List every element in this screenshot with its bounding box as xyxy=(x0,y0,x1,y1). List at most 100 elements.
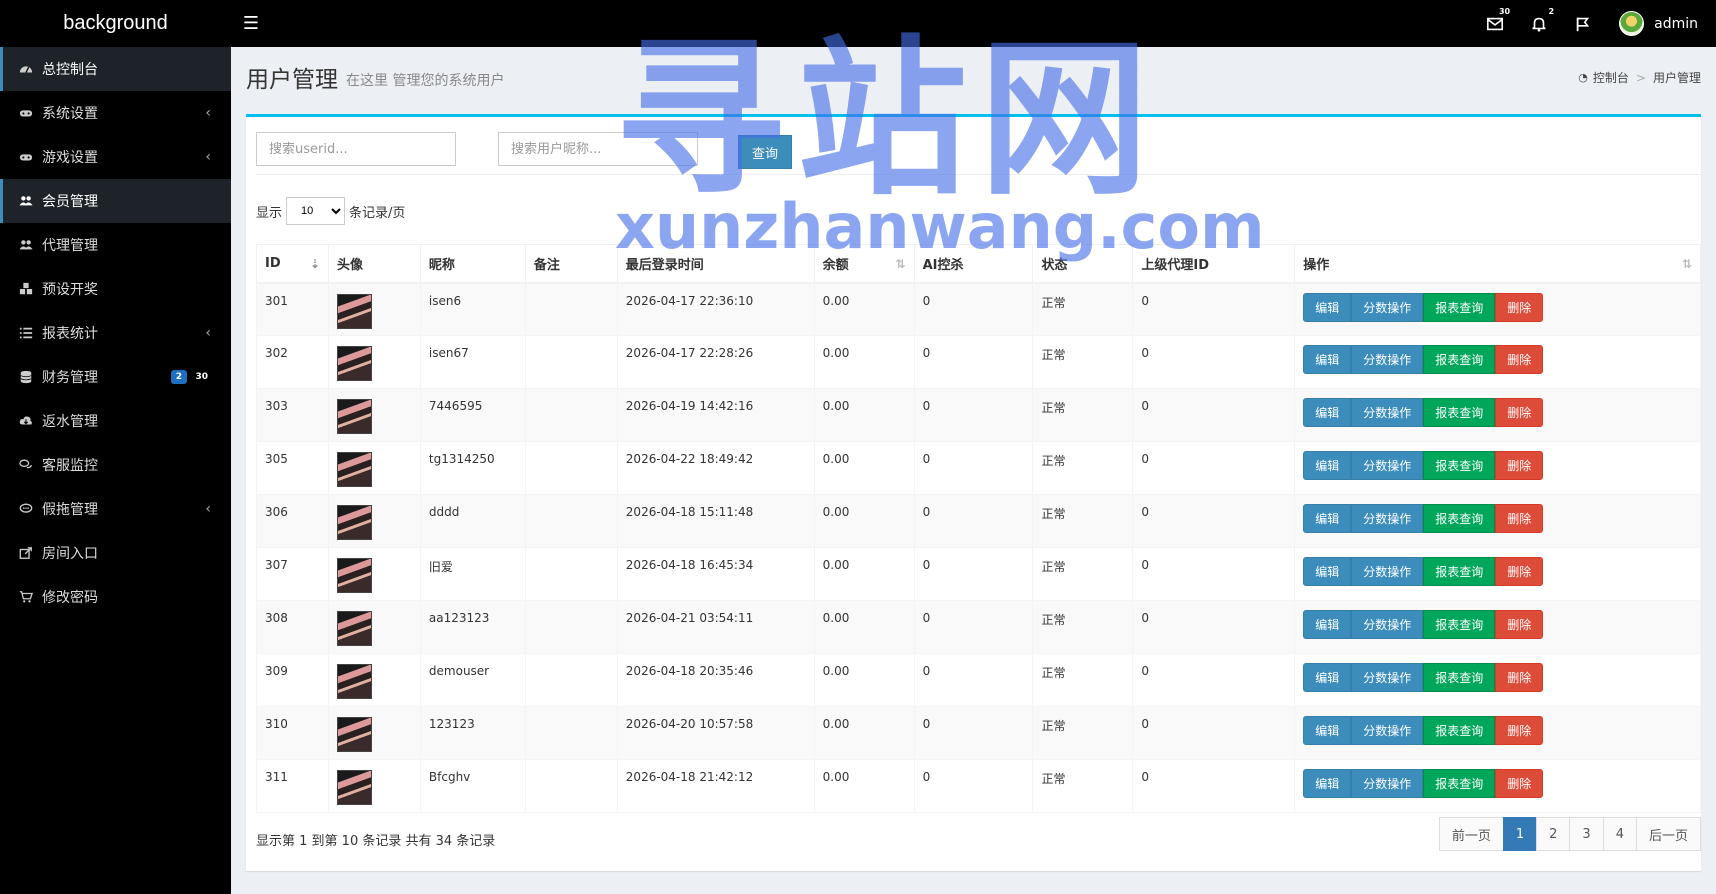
sidebar-item-room-entry[interactable]: 房间入口 xyxy=(0,531,231,575)
score-operation-button[interactable]: 分数操作 xyxy=(1351,504,1424,533)
pagination-page-1[interactable]: 1 xyxy=(1502,817,1538,851)
report-query-button[interactable]: 报表查询 xyxy=(1423,504,1496,533)
score-operation-button[interactable]: 分数操作 xyxy=(1351,398,1424,427)
dashboard-icon: ◔ xyxy=(1578,71,1588,84)
report-query-button[interactable]: 报表查询 xyxy=(1423,663,1496,692)
score-operation-button[interactable]: 分数操作 xyxy=(1351,663,1424,692)
sidebar-toggle-icon[interactable]: ☰ xyxy=(231,0,271,47)
pagination-page-4[interactable]: 4 xyxy=(1602,817,1637,851)
edit-button[interactable]: 编辑 xyxy=(1303,610,1352,639)
cell-last-login: 2026-04-17 22:28:26 xyxy=(616,335,815,389)
report-query-button[interactable]: 报表查询 xyxy=(1423,557,1496,586)
cell-avatar xyxy=(327,441,421,495)
report-query-button[interactable]: 报表查询 xyxy=(1423,292,1496,322)
column-header-id[interactable]: ID ⇣ xyxy=(256,244,329,284)
edit-button[interactable]: 编辑 xyxy=(1303,345,1352,374)
report-query-button[interactable]: 报表查询 xyxy=(1423,716,1496,745)
comments-icon xyxy=(18,457,34,473)
cell-parent-agent: 0 xyxy=(1132,282,1296,336)
user-avatar-thumbnail xyxy=(336,611,372,646)
query-button[interactable]: 查询 xyxy=(738,135,792,169)
user-menu[interactable]: admin xyxy=(1619,11,1698,36)
cell-balance: 0.00 xyxy=(813,282,915,336)
sidebar-item-support-monitor[interactable]: 客服监控 xyxy=(0,443,231,487)
search-nickname-input[interactable] xyxy=(498,132,698,166)
delete-button[interactable]: 删除 xyxy=(1495,345,1544,374)
delete-button[interactable]: 删除 xyxy=(1495,504,1544,533)
sidebar-item-members[interactable]: 会员管理 xyxy=(0,179,231,223)
cell-last-login: 2026-04-18 16:45:34 xyxy=(616,547,815,601)
sidebar-item-preset-lottery[interactable]: 预设开奖 xyxy=(0,267,231,311)
sidebar-item-game-settings[interactable]: 游戏设置 ‹ xyxy=(0,135,231,179)
delete-button[interactable]: 删除 xyxy=(1495,610,1544,639)
delete-button[interactable]: 删除 xyxy=(1495,398,1544,427)
edit-button[interactable]: 编辑 xyxy=(1303,557,1352,586)
score-operation-button[interactable]: 分数操作 xyxy=(1351,557,1424,586)
dashboard-icon xyxy=(18,61,34,77)
sidebar-item-reports[interactable]: 报表统计 ‹ xyxy=(0,311,231,355)
score-operation-button[interactable]: 分数操作 xyxy=(1351,292,1424,322)
score-operation-button[interactable]: 分数操作 xyxy=(1351,451,1424,480)
tasks-button[interactable] xyxy=(1561,0,1605,47)
edit-button[interactable]: 编辑 xyxy=(1303,504,1352,533)
divider xyxy=(256,174,1701,175)
score-operation-button[interactable]: 分数操作 xyxy=(1351,716,1424,745)
pagination-next[interactable]: 后一页 xyxy=(1635,817,1701,851)
cell-balance: 0.00 xyxy=(813,335,915,389)
messages-badge: 30 xyxy=(1498,7,1511,16)
edit-button[interactable]: 编辑 xyxy=(1303,451,1352,480)
edit-button[interactable]: 编辑 xyxy=(1303,716,1352,745)
search-userid-input[interactable] xyxy=(256,132,456,166)
report-query-button[interactable]: 报表查询 xyxy=(1423,398,1496,427)
brand-logo[interactable]: background xyxy=(0,0,231,47)
pagination-prev[interactable]: 前一页 xyxy=(1438,817,1504,851)
cell-last-login: 2026-04-21 03:54:11 xyxy=(616,600,815,654)
table-row: 309 demouser 2026-04-18 20:35:46 0.00 0 正常 0 编辑… xyxy=(256,653,1701,707)
report-query-button[interactable]: 报表查询 xyxy=(1423,769,1496,798)
column-header-actions[interactable]: 操作 ⇅ xyxy=(1294,244,1701,284)
column-header-balance[interactable]: 余额 ⇅ xyxy=(813,244,915,284)
cell-note xyxy=(524,335,618,389)
cell-id: 309 xyxy=(256,653,329,707)
pagination-page-3[interactable]: 3 xyxy=(1569,817,1604,851)
cell-nickname: isen6 xyxy=(419,282,526,336)
sidebar-item-label: 返水管理 xyxy=(42,414,98,430)
edit-button[interactable]: 编辑 xyxy=(1303,663,1352,692)
column-header-avatar: 头像 xyxy=(327,244,421,284)
delete-button[interactable]: 删除 xyxy=(1495,557,1544,586)
sort-asc-icon: ⇣ xyxy=(309,257,320,271)
cell-nickname: 旧爱 xyxy=(419,547,526,601)
sidebar-item-system-settings[interactable]: 系统设置 ‹ xyxy=(0,91,231,135)
sidebar-item-rebate[interactable]: 返水管理 xyxy=(0,399,231,443)
pagination-page-2[interactable]: 2 xyxy=(1536,817,1571,851)
page-length-select[interactable]: 10 xyxy=(286,197,346,225)
content-header: 用户管理 在这里 管理您的系统用户 ◔ 控制台 > 用户管理 xyxy=(231,47,1716,107)
delete-button[interactable]: 删除 xyxy=(1495,663,1544,692)
gamepad-icon xyxy=(18,149,34,165)
breadcrumb-link-dashboard[interactable]: 控制台 xyxy=(1593,69,1629,86)
delete-button[interactable]: 删除 xyxy=(1495,292,1544,322)
score-operation-button[interactable]: 分数操作 xyxy=(1351,610,1424,639)
sidebar-item-finance[interactable]: 财务管理 2 30 xyxy=(0,355,231,399)
report-query-button[interactable]: 报表查询 xyxy=(1423,610,1496,639)
edit-button[interactable]: 编辑 xyxy=(1303,398,1352,427)
sidebar-item-change-password[interactable]: 修改密码 xyxy=(0,575,231,619)
cell-ai-control: 0 xyxy=(913,282,1034,336)
edit-button[interactable]: 编辑 xyxy=(1303,292,1352,322)
messages-button[interactable]: 30 xyxy=(1473,0,1517,47)
score-operation-button[interactable]: 分数操作 xyxy=(1351,345,1424,374)
sort-icon: ⇅ xyxy=(895,257,906,271)
report-query-button[interactable]: 报表查询 xyxy=(1423,345,1496,374)
user-avatar-thumbnail xyxy=(336,664,372,699)
edit-button[interactable]: 编辑 xyxy=(1303,769,1352,798)
sidebar-item-agents[interactable]: 代理管理 xyxy=(0,223,231,267)
delete-button[interactable]: 删除 xyxy=(1495,716,1544,745)
score-operation-button[interactable]: 分数操作 xyxy=(1351,769,1424,798)
delete-button[interactable]: 删除 xyxy=(1495,769,1544,798)
sidebar-item-dashboard[interactable]: 总控制台 xyxy=(0,47,231,91)
sidebar-item-fake-users[interactable]: 假拖管理 ‹ xyxy=(0,487,231,531)
delete-button[interactable]: 删除 xyxy=(1495,451,1544,480)
chevron-left-icon: ‹ xyxy=(205,149,211,165)
notifications-button[interactable]: 2 xyxy=(1517,0,1561,47)
report-query-button[interactable]: 报表查询 xyxy=(1423,451,1496,480)
